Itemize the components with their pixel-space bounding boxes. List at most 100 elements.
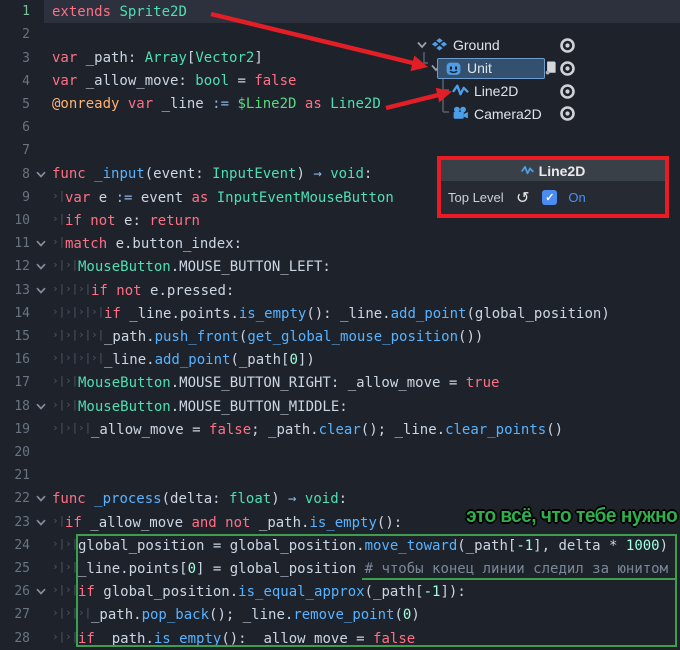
inspector-header: Line2D [441, 160, 665, 181]
tab-indent-marker: ›| [52, 629, 65, 643]
scene-node-line2d[interactable]: Line2D [408, 80, 680, 103]
token-fn: push_front [154, 328, 239, 345]
fold-chevron-icon[interactable] [30, 518, 52, 527]
token-txt: _allow_move [90, 514, 192, 531]
token-kw: var [52, 73, 86, 90]
code-text: extends Sprite2D [52, 4, 680, 20]
token-txt: _path. [258, 514, 310, 531]
scene-node-unit[interactable]: Unit [408, 57, 680, 80]
code-line-17[interactable]: 17 ›|›|MouseButton.MOUSE_BUTTON_RIGHT: _a… [0, 371, 680, 394]
line-number: 6 [22, 120, 30, 136]
code-line-24[interactable]: 24 ›|›|global_position = global_position.… [0, 534, 680, 557]
token-kw: false [209, 421, 252, 438]
token-type: InputEvent [212, 166, 297, 183]
tab-indent-marker: ›| [65, 606, 78, 620]
code-line-19[interactable]: 19 ›|›|›|_allow_move = false; _path.clear… [0, 418, 680, 441]
token-kw: if [104, 305, 130, 322]
tab-indent-marker: ›| [52, 211, 65, 225]
code-line-26[interactable]: 26 ›|›|if global_position.is_equal_approx… [0, 580, 680, 603]
visibility-eye-icon[interactable] [558, 36, 577, 55]
token-op: → [313, 166, 331, 183]
tab-indent-marker: ›| [65, 327, 78, 341]
token-txt: (): [376, 514, 403, 531]
fold-chevron-icon[interactable] [30, 262, 52, 271]
line-number: 12 [14, 259, 30, 275]
token-kw: if not [65, 212, 125, 229]
code-line-16[interactable]: 16 ›|›|›|›|_line.add_point(_path[0]) [0, 348, 680, 371]
line2d-icon [452, 82, 469, 99]
line-number: 22 [14, 491, 30, 507]
script-icon[interactable] [543, 60, 559, 76]
tab-indent-marker: ›| [65, 304, 78, 318]
tab-indent-marker: ›| [52, 351, 65, 365]
code-text: ›|match e.button_index: [52, 235, 680, 252]
tab-indent-marker: ›| [52, 559, 65, 573]
line-number: 19 [14, 421, 30, 437]
token-kw: false [254, 73, 297, 90]
tab-indent-marker: ›| [78, 606, 91, 620]
scene-node-camera2d[interactable]: Camera2D [408, 102, 680, 125]
visibility-eye-icon[interactable] [558, 59, 577, 78]
token-txt: ], delta * [533, 537, 626, 554]
token-txt: e.pressed: [150, 282, 235, 299]
code-line-28[interactable]: 28 ›|›|if _path.is_empty(): _allow_move =… [0, 626, 680, 649]
code-line-21[interactable]: 21 [0, 464, 680, 487]
fold-chevron-icon[interactable] [30, 494, 52, 503]
token-txt: _path. [103, 630, 154, 647]
token-txt: ; _path. [251, 421, 319, 438]
tab-indent-marker: ›| [91, 304, 104, 318]
tab-indent-marker: ›| [78, 420, 91, 434]
token-txt: _allow_move: [85, 73, 196, 90]
token-num: 0 [187, 560, 197, 577]
fold-chevron-icon[interactable] [30, 170, 52, 179]
code-line-12[interactable]: 12 ›|›|MouseButton.MOUSE_BUTTON_LEFT: [0, 255, 680, 278]
fold-chevron-icon[interactable] [30, 587, 52, 596]
token-txt: .MOUSE_BUTTON_MIDDLE: [170, 398, 348, 415]
token-txt: ) [659, 537, 669, 554]
fold-chevron-icon[interactable] [30, 239, 52, 248]
token-kw: match [65, 236, 116, 253]
code-line-1[interactable]: 1 extends Sprite2D [0, 0, 680, 24]
code-line-25[interactable]: 25 ›|›|_line.points[0] = global_position … [0, 557, 680, 580]
code-text: ›|›|global_position = global_position.mo… [52, 537, 680, 554]
token-num: 1000 [625, 537, 660, 554]
token-txt: global_position = global_position. [78, 537, 365, 554]
tab-indent-marker: ›| [52, 583, 65, 597]
token-fn: move_toward [364, 537, 458, 554]
line-number: 23 [14, 514, 30, 530]
line2d-icon [520, 165, 534, 175]
token-txt: (); _line. [209, 607, 294, 624]
visibility-eye-icon[interactable] [558, 82, 577, 101]
token-txt: (_path[ [230, 352, 290, 369]
revert-icon[interactable]: ↺ [516, 188, 529, 207]
code-line-27[interactable]: 27 ›|›|›|_path.pop_back(); _line.remove_p… [0, 603, 680, 626]
code-line-13[interactable]: 13 ›|›|›|if not e.pressed: [0, 278, 680, 301]
token-ann: @onready [52, 96, 128, 113]
visibility-eye-icon[interactable] [558, 104, 577, 123]
scene-node-ground[interactable]: Ground [408, 34, 680, 57]
tab-indent-marker: ›| [52, 536, 65, 550]
tab-indent-marker: ›| [78, 304, 91, 318]
fold-chevron-icon[interactable] [30, 402, 52, 411]
expand-chevron-icon[interactable] [416, 40, 429, 50]
code-line-15[interactable]: 15 ›|›|›|›|_path.push_front(get_global_mo… [0, 325, 680, 348]
code-line-14[interactable]: 14 ›|›|›|›|if _line.points.is_empty(): _l… [0, 302, 680, 325]
top-level-checkbox[interactable]: ✓ [542, 190, 558, 205]
token-type: bool [195, 73, 230, 90]
code-line-18[interactable]: 18 ›|›|MouseButton.MOUSE_BUTTON_MIDDLE: [0, 394, 680, 417]
token-type: MouseButton [78, 398, 171, 415]
fold-chevron-icon[interactable] [30, 286, 52, 295]
token-txt: () [546, 421, 564, 438]
token-fn: clear [318, 421, 361, 438]
code-line-20[interactable]: 20 [0, 441, 680, 464]
token-type: MouseButton [78, 259, 171, 276]
token-fn: is_empty [153, 630, 222, 647]
token-txt: ) [411, 607, 420, 624]
token-txt: : [338, 490, 348, 507]
inspector-title: Line2D [538, 162, 586, 179]
camera2d-icon [452, 105, 469, 122]
code-line-11[interactable]: 11 ›|match e.button_index: [0, 232, 680, 255]
tab-indent-marker: ›| [52, 281, 65, 295]
tab-indent-marker: ›| [78, 281, 91, 295]
token-txt: (): _allow_move = [221, 630, 374, 647]
